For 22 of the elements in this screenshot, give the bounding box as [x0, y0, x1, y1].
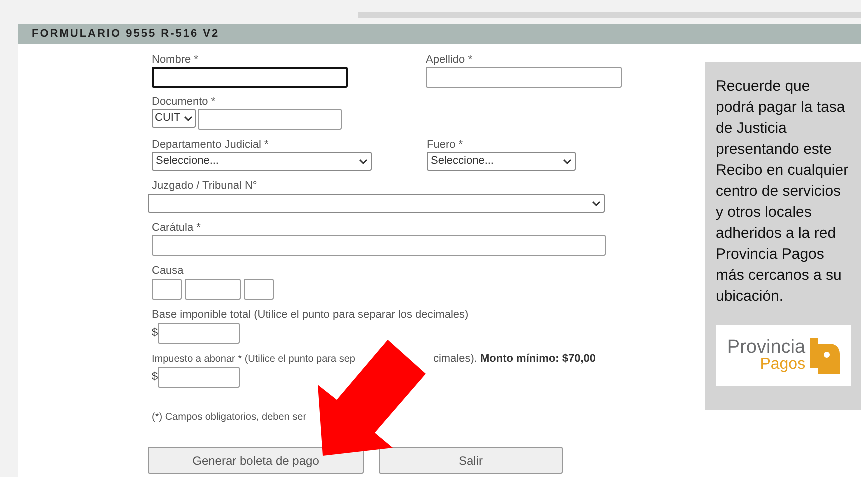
field-label: Apellido * [426, 54, 474, 67]
field-label: Nombre * [152, 54, 200, 67]
required-note: (*) Campos obligatorios, deben ser [152, 411, 307, 425]
field-label: Departamento Judicial * [152, 139, 270, 152]
field-label: Carátula * [152, 222, 202, 235]
field-label: Fuero * [427, 139, 464, 152]
currency-sign: $ [152, 370, 158, 386]
provincia-pagos-logo: Provincia Pagos [716, 325, 851, 386]
field-label: Juzgado / Tribunal N° [152, 180, 258, 193]
field-label: Impuesto a abonar * (Utilice el punto para sep [152, 353, 356, 366]
exit-button[interactable]: Salir [379, 447, 563, 474]
field-label: Documento * [152, 96, 217, 109]
field-label: cimales). Monto mínimo: $70,00 [433, 353, 596, 366]
form-title: FORMULARIO 9555 R-516 V2 [32, 26, 220, 42]
select-field[interactable]: Seleccione... [152, 152, 372, 171]
field-label: Causa [152, 265, 185, 278]
generate-button[interactable]: Generar boleta de pago [148, 447, 364, 474]
field-label: Base imponible total (Utilice el punto para separar los decimales) [152, 309, 470, 322]
currency-sign: $ [152, 326, 158, 342]
select-field[interactable]: CUIT [152, 109, 196, 128]
select-field[interactable]: Seleccione... [427, 152, 576, 171]
info-text: Recuerde que podrá pagar la tasa de Justicia presentando este Recibo en cualquier centro de servicios y otros locales adheridos a la red Provincia Pagos más cercanos a su ubicación. [716, 77, 850, 307]
